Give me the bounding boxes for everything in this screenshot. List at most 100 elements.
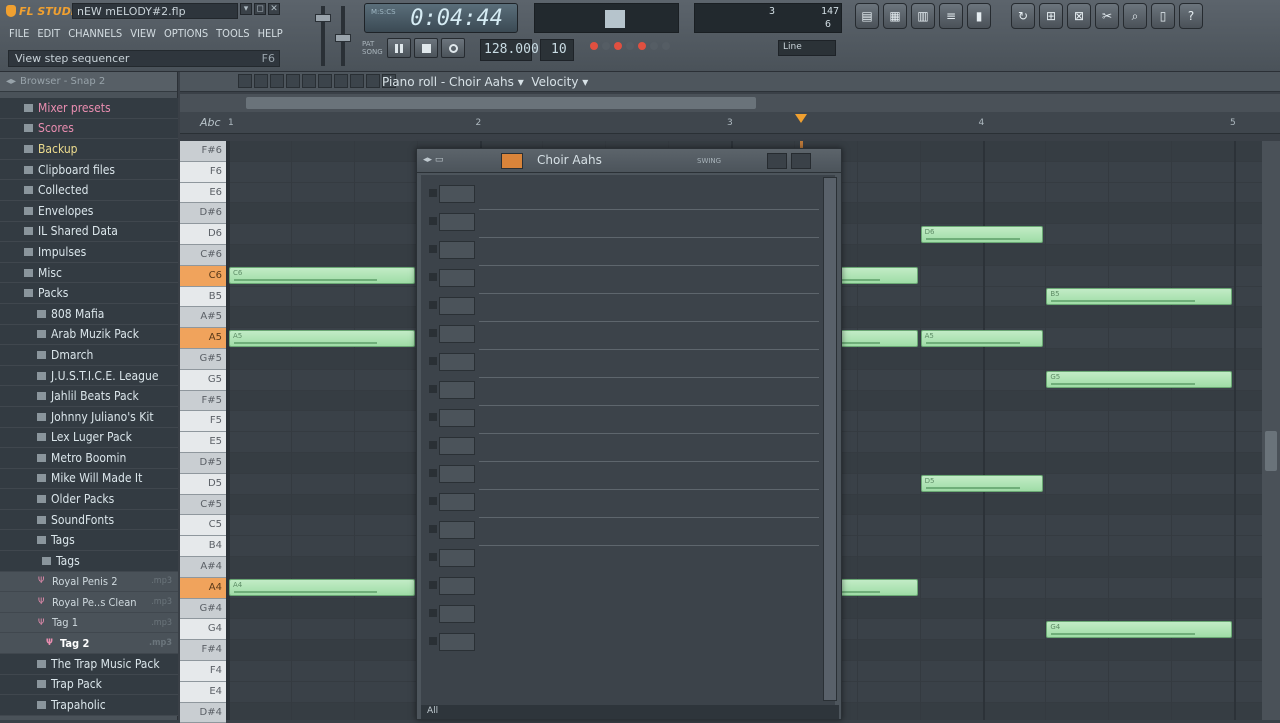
channel-led[interactable] [429,385,437,393]
search-icon[interactable]: ⌕ [1123,3,1147,29]
piano-key[interactable]: C#5 [180,494,226,516]
window-menu-icon[interactable]: ◂▸ ▭ [423,155,443,165]
menu-channels[interactable]: CHANNELS [67,26,123,41]
channel-led[interactable] [429,553,437,561]
piano-roll-title[interactable]: Piano roll - Choir Aahs ▾ Velocity ▾ [382,75,588,89]
browser-folder[interactable]: Mixer presets [0,98,178,119]
browser-folder[interactable]: IL Shared Data [0,221,178,243]
close-button[interactable]: ✕ [268,3,280,15]
piano-key[interactable]: A5 [180,328,226,349]
pitch-knob[interactable] [335,34,351,42]
scroll-thumb[interactable] [246,97,756,109]
piano-key[interactable]: F5 [180,411,226,433]
piano-key[interactable]: C#6 [180,245,226,266]
piano-key[interactable]: C6 [180,265,226,287]
menu-file[interactable]: FILE [8,26,30,41]
piano-key[interactable]: E4 [180,681,226,703]
piano-key[interactable]: G#4 [180,598,226,620]
piano-key[interactable]: D5 [180,473,226,495]
menu-help[interactable]: HELP [257,26,284,41]
note[interactable]: D5 [920,475,1044,493]
paint-tool-icon[interactable] [254,74,268,88]
browser-folder[interactable]: Lex Luger Pack [0,427,178,449]
browser-folder[interactable]: Tags [0,530,178,552]
piano-key[interactable]: A#5 [180,307,226,329]
browser-folder[interactable]: Dmarch [0,345,178,366]
browser-folder[interactable]: Impulses [0,242,178,263]
mixer-icon[interactable]: ▮ [967,3,991,29]
channel-button[interactable] [439,409,475,427]
scroll-thumb[interactable] [1265,431,1277,471]
channel-button[interactable] [439,633,475,651]
channel-led[interactable] [429,581,437,589]
menu-options[interactable]: OPTIONS [163,26,209,41]
piano-key[interactable]: D6 [180,224,226,245]
channel-button[interactable] [439,493,475,511]
option-led[interactable] [638,42,646,50]
tempo-display[interactable]: 128.000 [480,39,539,61]
channel-led[interactable] [429,357,437,365]
browser-folder[interactable]: Packs [0,283,178,304]
channel-title[interactable]: Choir Aahs [537,153,602,167]
browser-folder[interactable]: Trapaholic [0,695,178,716]
browser-folder[interactable]: Clipboard files [0,159,178,181]
pattern-number[interactable]: 10 [540,39,574,61]
piano-key[interactable]: B4 [180,536,226,557]
channel-button[interactable] [439,269,475,287]
keyboard-editor-icon[interactable] [791,153,811,169]
channel-button[interactable] [439,521,475,539]
piano-key[interactable]: F#6 [180,141,226,162]
maximize-button[interactable]: ◻ [254,3,266,15]
channel-button[interactable] [439,241,475,259]
event-dropdown[interactable]: Velocity [531,75,578,89]
channel-led[interactable] [429,329,437,337]
filter-dropdown[interactable]: All [421,705,839,719]
piano-key[interactable]: D#5 [180,453,226,474]
piano-key[interactable]: A4 [180,577,226,599]
channel-led[interactable] [429,245,437,253]
browser-folder[interactable]: 808 Mafia [0,303,178,325]
channel-color-icon[interactable] [501,153,523,169]
sheet-icon[interactable]: ▯ [1151,3,1175,29]
step-sequencer-body[interactable] [421,175,835,705]
timeline-ruler[interactable]: Abc 1 2 3 4 5 [180,112,1280,134]
note[interactable]: A4 [229,579,415,597]
menu-edit[interactable]: EDIT [36,26,61,41]
channel-button[interactable] [439,465,475,483]
playlist-icon[interactable]: ▤ [855,3,879,29]
channel-led[interactable] [429,609,437,617]
channel-button[interactable] [439,381,475,399]
horizontal-scrollbar[interactable] [180,94,1280,112]
master-volume[interactable] [312,4,352,68]
piano-key[interactable]: G4 [180,619,226,641]
piano-key[interactable]: B5 [180,286,226,308]
browser-icon[interactable]: ≡ [939,3,963,29]
channel-led[interactable] [429,469,437,477]
note[interactable]: G5 [1046,371,1232,389]
browser-folder[interactable]: Tags [0,551,178,572]
minimize-button[interactable]: ▾ [240,3,252,15]
browser-folder[interactable]: The Trap Music Pack [0,654,178,675]
browser-folder[interactable]: Misc [0,262,178,284]
playhead-marker[interactable] [795,114,807,123]
channel-led[interactable] [429,189,437,197]
note[interactable]: A5 [920,329,1044,347]
delete-tool-icon[interactable] [286,74,300,88]
browser-folder[interactable]: Trap Pack [0,674,178,696]
browser-folder[interactable]: Arab Muzik Pack [0,324,178,346]
browser-nav-icon[interactable]: ◂▸ [6,76,16,87]
browser-folder[interactable]: J.U.S.T.I.C.E. League [0,365,178,387]
select-tool-icon[interactable] [334,74,348,88]
draw-tool-icon[interactable] [238,74,252,88]
browser-folder[interactable]: Envelopes [0,200,178,222]
snap-line-select[interactable]: Line [778,40,836,56]
mute-tool-icon[interactable] [302,74,316,88]
browser-folder[interactable]: Metro Boomin [0,448,178,469]
cut-icon[interactable]: ✂ [1095,3,1119,29]
plugin-icon[interactable]: ⊞ [1039,3,1063,29]
undo-icon[interactable]: ↻ [1011,3,1035,29]
browser-folder[interactable]: Scores [0,118,178,140]
option-led[interactable] [590,42,598,50]
volume-knob[interactable] [315,14,331,22]
note[interactable]: G4 [1046,620,1232,638]
